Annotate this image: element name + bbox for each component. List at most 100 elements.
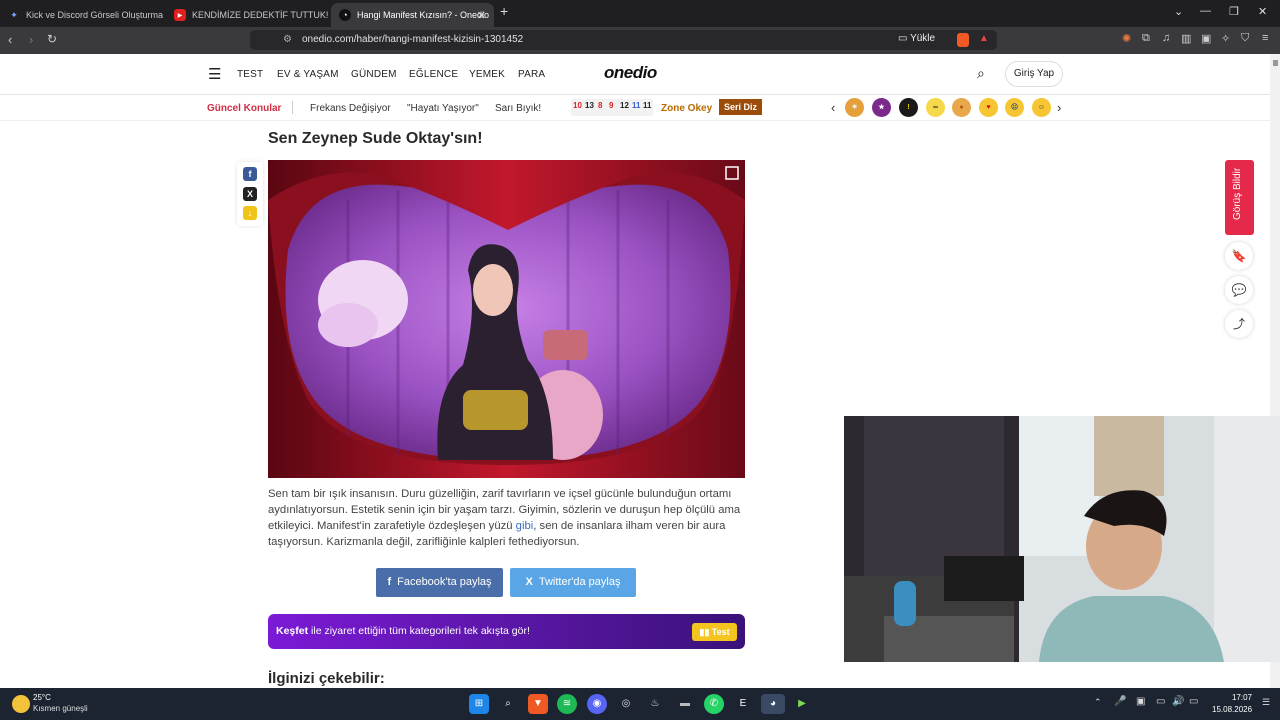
address-bar[interactable]: ⚙ onedio.com/haber/hangi-manifest-kizisi… bbox=[250, 30, 997, 50]
spotify-icon[interactable]: ≋ bbox=[557, 694, 577, 714]
new-tab-button[interactable]: + bbox=[500, 3, 508, 19]
result-image bbox=[268, 160, 745, 478]
twitter-share-button[interactable]: X Twitter'da paylaş bbox=[510, 568, 636, 597]
reaction-cool-icon[interactable]: ∞ bbox=[926, 98, 945, 117]
site-logo[interactable]: onedio bbox=[604, 63, 657, 83]
back-button[interactable]: ‹ bbox=[8, 32, 12, 47]
facebook-share-label: Facebook'ta paylaş bbox=[397, 576, 492, 588]
discover-banner[interactable]: Keşfet ile ziyaret ettiğin tüm kategoril… bbox=[268, 614, 745, 649]
app-icon[interactable]: ▬ bbox=[675, 694, 695, 714]
hamburger-menu-icon[interactable]: ☰ bbox=[208, 65, 221, 83]
reaction-popular-icon[interactable]: ★ bbox=[872, 98, 891, 117]
reaction-star-icon[interactable]: ✶ bbox=[845, 98, 864, 117]
sidebar-icon[interactable]: ▥ bbox=[1181, 32, 1191, 45]
kick-icon[interactable]: ▶ bbox=[792, 694, 812, 714]
youtube-icon: ▶ bbox=[174, 9, 186, 21]
minimize-button[interactable]: — bbox=[1200, 5, 1211, 17]
sub-nav: Güncel Konular Frekans Değişiyor "Hayatı… bbox=[0, 95, 1270, 121]
ai-icon[interactable]: ✧ bbox=[1221, 32, 1230, 45]
music-icon[interactable]: ♫ bbox=[1162, 32, 1170, 44]
save-bookmark-icon[interactable]: 🔖 bbox=[1225, 242, 1253, 270]
facebook-icon[interactable]: f bbox=[243, 167, 257, 181]
nav-yemek[interactable]: YEMEK bbox=[469, 69, 505, 80]
nav-eglence[interactable]: EĞLENCE bbox=[409, 69, 458, 80]
close-window-button[interactable]: ✕ bbox=[1258, 5, 1267, 18]
okey-tile: 11 bbox=[643, 101, 652, 110]
whatsapp-icon[interactable]: ✆ bbox=[704, 694, 724, 714]
battery-icon[interactable]: ▭ bbox=[1189, 696, 1198, 707]
extension-icon[interactable]: ✺ bbox=[1122, 32, 1131, 45]
brave-browser-icon[interactable]: ▼ bbox=[528, 694, 548, 714]
nav-ev-yasam[interactable]: EV & YAŞAM bbox=[277, 69, 339, 80]
webcam-feed bbox=[844, 416, 1280, 662]
stage-illustration bbox=[268, 160, 745, 478]
clock-date[interactable]: 15.08.2026 bbox=[1212, 705, 1252, 714]
topic-link[interactable]: Frekans Değişiyor bbox=[310, 103, 391, 114]
reaction-love-icon[interactable]: ♥ bbox=[979, 98, 998, 117]
series-button[interactable]: Seri Diz bbox=[719, 99, 763, 115]
twitter-share-label: Twitter'da paylaş bbox=[538, 576, 621, 588]
screen-icon[interactable]: ▣ bbox=[1136, 696, 1145, 707]
topic-link[interactable]: Sarı Bıyık! bbox=[495, 103, 541, 114]
browser-active-icon[interactable]: ◕ bbox=[761, 694, 785, 714]
url-text[interactable]: onedio.com/haber/hangi-manifest-kizisin-… bbox=[302, 34, 523, 45]
notification-icon[interactable]: ☰ bbox=[1262, 697, 1270, 708]
reaction-sad-icon[interactable]: ☹ bbox=[1005, 98, 1024, 117]
tab-youtube[interactable]: ▶ KENDİMİZE DEDEKTİF TUTTUK! 5. BÖ bbox=[166, 3, 329, 27]
x-twitter-icon[interactable]: X bbox=[243, 187, 257, 201]
download-icon[interactable]: ↓ bbox=[243, 206, 257, 220]
okey-tile: 13 bbox=[585, 101, 594, 110]
topic-link[interactable]: "Hayatı Yaşıyor" bbox=[407, 103, 479, 114]
maximize-button[interactable]: ❐ bbox=[1229, 5, 1239, 18]
login-button[interactable]: Giriş Yap bbox=[1005, 61, 1063, 87]
volume-icon[interactable]: 🔊 bbox=[1172, 696, 1184, 707]
weather-desc[interactable]: Kısmen güneşli bbox=[33, 704, 88, 713]
okey-tiles[interactable]: 10 13 8 9 12 11 11 bbox=[571, 99, 653, 116]
forward-button[interactable]: › bbox=[29, 32, 33, 47]
feedback-button[interactable]: Görüş Bildir bbox=[1225, 160, 1254, 235]
close-tab-icon[interactable]: ✕ bbox=[477, 9, 486, 22]
zone-okey-label[interactable]: Zone Okey bbox=[661, 103, 712, 114]
tray-chevron-icon[interactable]: ⌃ bbox=[1094, 697, 1102, 708]
reaction-laugh-icon[interactable]: ☺ bbox=[1032, 98, 1051, 117]
share-icon[interactable]: ⤴ bbox=[1225, 310, 1253, 338]
weather-temp[interactable]: 25°C bbox=[33, 693, 51, 702]
wallet-icon[interactable]: ▣ bbox=[1201, 32, 1211, 45]
tab-gemini[interactable]: ✦ Kick ve Discord Görseli Oluşturma - G bbox=[0, 3, 165, 27]
reaction-omg-icon[interactable]: ! bbox=[899, 98, 918, 117]
desc-link[interactable]: gibi bbox=[516, 520, 534, 532]
site-info-icon[interactable]: ⚙ bbox=[283, 34, 292, 45]
emoji-next-chevron-icon[interactable]: › bbox=[1057, 100, 1061, 115]
vpn-shield-icon[interactable]: ⛉ bbox=[1241, 32, 1249, 45]
weather-icon[interactable] bbox=[12, 695, 30, 713]
chrome-icon[interactable]: ◎ bbox=[616, 694, 636, 714]
search-icon[interactable]: ⌕ bbox=[977, 65, 985, 82]
discord-icon[interactable]: ◉ bbox=[587, 694, 607, 714]
test-badge[interactable]: ▮▮ Test bbox=[692, 623, 737, 641]
clock-time[interactable]: 17:07 bbox=[1212, 693, 1252, 702]
tab-list-chevron-icon[interactable]: ⌄ bbox=[1174, 5, 1183, 18]
monitor-icon: ▭ bbox=[898, 33, 908, 44]
facebook-share-button[interactable]: f Facebook'ta paylaş bbox=[376, 568, 503, 597]
epic-games-icon[interactable]: E bbox=[733, 694, 753, 714]
menu-icon[interactable]: ≡ bbox=[1262, 32, 1268, 44]
scroll-up-icon[interactable] bbox=[1273, 60, 1278, 66]
reload-button[interactable]: ↻ bbox=[47, 32, 57, 46]
brave-shield-icon[interactable] bbox=[957, 33, 969, 47]
microphone-icon[interactable]: 🎤 bbox=[1114, 696, 1126, 707]
banner-bold: Keşfet bbox=[276, 625, 309, 637]
steam-icon[interactable]: ♨ bbox=[645, 694, 665, 714]
reaction-face-icon[interactable]: ● bbox=[952, 98, 971, 117]
nav-test[interactable]: TEST bbox=[237, 69, 263, 80]
search-icon[interactable]: ⌕ bbox=[498, 694, 518, 714]
install-button[interactable]: ▭ Yükle bbox=[898, 33, 935, 44]
nav-gundem[interactable]: GÜNDEM bbox=[351, 69, 397, 80]
start-windows-icon[interactable]: ⊞ bbox=[469, 694, 489, 714]
emoji-prev-chevron-icon[interactable]: ‹ bbox=[831, 100, 835, 115]
network-icon[interactable]: ▭ bbox=[1156, 696, 1165, 707]
comments-icon[interactable]: 💬 bbox=[1225, 276, 1253, 304]
puzzle-icon[interactable]: ⧉ bbox=[1142, 32, 1150, 45]
tab-onedio[interactable]: ◔ Hangi Manifest Kızısın? - Onedio ✕ bbox=[331, 3, 494, 27]
nav-para[interactable]: PARA bbox=[518, 69, 545, 80]
brave-rewards-icon[interactable]: ▲ bbox=[979, 33, 989, 44]
